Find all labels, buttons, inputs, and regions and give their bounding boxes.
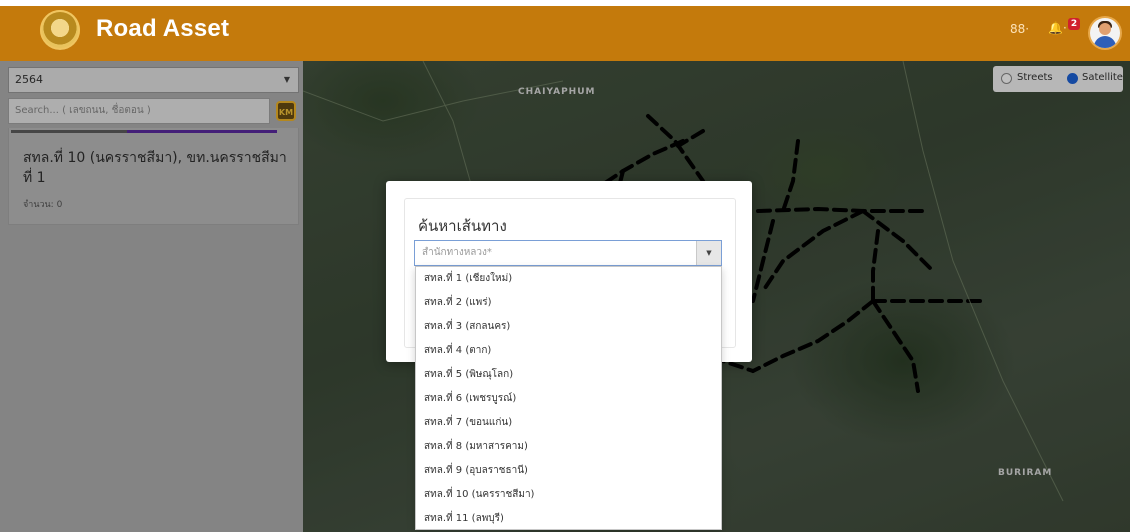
department-logo-icon <box>40 10 80 50</box>
top-navbar: Road Asset 88· 🔔· 2 <box>0 0 1130 61</box>
app-title[interactable]: Road Asset <box>96 15 229 43</box>
modal-title: ค้นหาเส้นทาง <box>418 217 507 235</box>
dropdown-option[interactable]: สทล.ที่ 5 (พิษณุโลก) <box>416 363 721 387</box>
avatar-face <box>1099 23 1111 35</box>
bureau-dropdown: สทล.ที่ 1 (เชียงใหม่) สทล.ที่ 2 (แพร่) ส… <box>415 266 722 530</box>
dropdown-option[interactable]: สทล.ที่ 3 (สกลนคร) <box>416 315 721 339</box>
dropdown-option[interactable]: สทล.ที่ 8 (มหาสารคาม) <box>416 435 721 459</box>
bureau-select[interactable]: สำนักทางหลวง* ▼ <box>414 240 722 266</box>
apps-menu-icon[interactable]: 88· <box>1010 22 1029 36</box>
dropdown-option[interactable]: สทล.ที่ 4 (ตาก) <box>416 339 721 363</box>
dropdown-option[interactable]: สทล.ที่ 1 (เชียงใหม่) <box>416 267 721 291</box>
bell-icon[interactable]: 🔔· <box>1048 21 1067 35</box>
user-avatar[interactable] <box>1090 18 1120 48</box>
notification-badge: 2 <box>1068 18 1080 30</box>
dropdown-option[interactable]: สทล.ที่ 11 (ลพบุรี) <box>416 507 721 529</box>
dropdown-option[interactable]: สทล.ที่ 10 (นครราชสีมา) <box>416 483 721 507</box>
dropdown-option[interactable]: สทล.ที่ 6 (เพชรบูรณ์) <box>416 387 721 411</box>
dropdown-option[interactable]: สทล.ที่ 7 (ขอนแก่น) <box>416 411 721 435</box>
dropdown-option[interactable]: สทล.ที่ 2 (แพร่) <box>416 291 721 315</box>
dropdown-option[interactable]: สทล.ที่ 9 (อุบลราชธานี) <box>416 459 721 483</box>
bureau-select-placeholder: สำนักทางหลวง* <box>422 247 492 258</box>
chevron-down-icon[interactable]: ▼ <box>696 241 721 265</box>
avatar-body <box>1094 36 1116 48</box>
